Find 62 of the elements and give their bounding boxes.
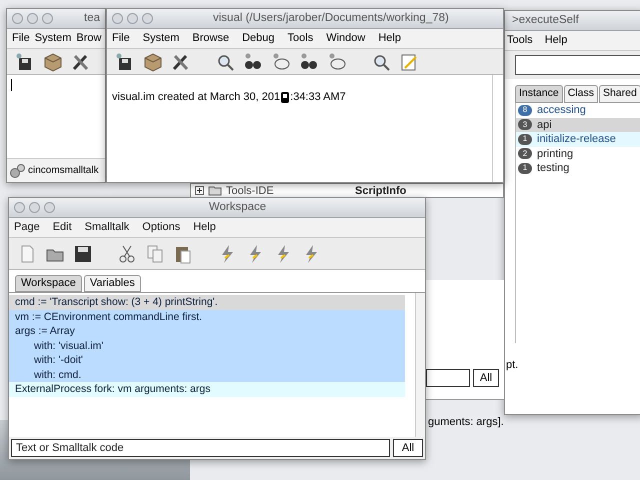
window-title: Workspace — [208, 200, 268, 215]
tab[interactable]: Class — [564, 85, 598, 103]
protocol-item[interactable]: 3 api — [516, 118, 640, 132]
box-icon[interactable] — [143, 52, 163, 72]
filter-button[interactable]: All — [473, 369, 499, 387]
count-badge: 3 — [518, 119, 532, 130]
speech-bubble-icon[interactable] — [271, 52, 291, 72]
transcript-text: visual.im created at March 30, 201 — [112, 90, 280, 105]
menu-item[interactable]: Window — [326, 30, 366, 47]
menu-item[interactable]: System — [34, 30, 72, 47]
menu-item[interactable]: Debug — [242, 30, 275, 47]
package-item[interactable]: Tools-IDE — [226, 184, 274, 196]
save-icon[interactable] — [73, 244, 93, 264]
menu-item[interactable]: Edit — [52, 219, 72, 236]
menu-item[interactable]: Browse — [192, 30, 230, 47]
menu-item[interactable]: Help — [378, 30, 401, 47]
menu-item[interactable]: Help — [544, 32, 568, 49]
window-title: >executeSelf — [511, 12, 580, 28]
menu-item[interactable]: Options — [142, 219, 180, 236]
menu-item[interactable]: File — [12, 30, 30, 47]
speech-bubble-icon[interactable] — [327, 52, 347, 72]
input-field[interactable] — [426, 369, 470, 387]
count-badge: 8 — [518, 104, 532, 116]
protocol-item[interactable]: 1 initialize-release — [516, 132, 640, 146]
menu-item[interactable]: System — [142, 30, 180, 47]
menu-item[interactable]: Tools — [288, 30, 314, 47]
cut-icon[interactable] — [117, 244, 137, 264]
count-badge: 1 — [518, 162, 532, 174]
search-field[interactable]: Text or Smalltalk code — [11, 439, 390, 457]
window-title: visual (/Users/jarober/Documents/working_78) — [212, 10, 450, 26]
protocol-item[interactable]: 8 accessing — [516, 103, 640, 118]
menu-item[interactable]: File — [112, 30, 130, 47]
tab[interactable]: Shared — [598, 85, 640, 103]
tab[interactable]: Variables — [84, 275, 141, 292]
box-icon[interactable] — [43, 52, 63, 72]
status-text: cincomsmalltalk — [28, 164, 99, 178]
code-text: pt. — [506, 358, 518, 373]
count-badge: 2 — [518, 148, 532, 160]
cursor-icon[interactable] — [280, 90, 290, 104]
menu-item[interactable]: Tools — [507, 32, 533, 49]
scrollbar[interactable] — [415, 293, 425, 437]
binoculars-icon[interactable] — [299, 52, 319, 72]
filter-button[interactable]: All — [393, 439, 423, 457]
binoculars-icon[interactable] — [243, 52, 263, 72]
menu-item[interactable]: Help — [193, 219, 216, 236]
transcript-text: :34:33 AM7 — [290, 90, 346, 105]
gears-icon[interactable] — [9, 162, 25, 178]
expand-icon[interactable] — [195, 186, 204, 195]
copy-icon[interactable] — [145, 244, 165, 264]
menu-item[interactable]: Brow — [76, 30, 102, 47]
menu-item[interactable]: Smalltalk — [84, 219, 130, 236]
tab[interactable]: Instance — [515, 85, 563, 103]
package-item[interactable]: ScriptInfo — [355, 184, 406, 196]
protocol-item[interactable]: 2 printing — [516, 146, 640, 161]
search-field[interactable] — [515, 55, 640, 75]
menu-item[interactable]: Page — [14, 219, 40, 236]
tab[interactable]: Workspace — [15, 275, 82, 292]
window-title: tea — [83, 10, 100, 26]
protocol-item[interactable]: 1 testing — [516, 161, 640, 176]
code-text: guments: args]. — [428, 415, 504, 430]
count-badge: 1 — [518, 134, 532, 145]
notepad-icon[interactable] — [399, 52, 419, 72]
